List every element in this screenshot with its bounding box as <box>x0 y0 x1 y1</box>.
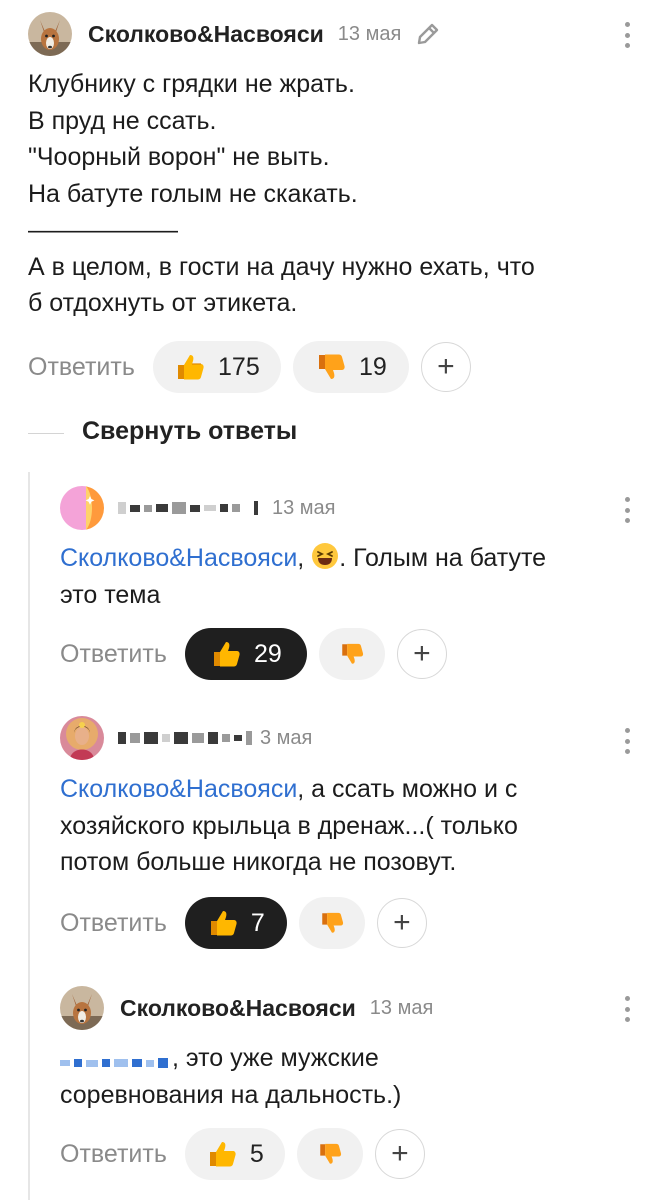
comment-line: хозяйского крыльца в дренаж...( только <box>60 811 518 840</box>
like-button[interactable]: 175 <box>152 341 281 393</box>
author-name-hidden[interactable] <box>118 498 258 518</box>
comment-line: Сколково&Насвояси, а ссать можно и с <box>60 771 518 808</box>
comment-actions: Ответить 7 + <box>60 897 427 949</box>
comment-line: В пруд не ссать. <box>28 106 217 135</box>
thumbs-down-icon <box>320 1143 341 1164</box>
comment-actions: Ответить 29 + <box>60 628 447 680</box>
thumbs-up-icon <box>209 1142 236 1167</box>
comment-header: 13 мая <box>60 486 336 530</box>
comment-line: А в целом, в гости на дачу нужно ехать, … <box>28 252 535 281</box>
avatar[interactable] <box>60 986 104 1030</box>
reply-button[interactable]: Ответить <box>60 640 167 669</box>
dislike-count: 19 <box>358 352 387 381</box>
like-count: 7 <box>250 908 265 937</box>
comment-text: Сколково&Насвояси, а ссать можно и с хоз… <box>60 771 518 881</box>
reply-button[interactable]: Ответить <box>60 909 167 938</box>
comment-line: , это уже мужские <box>60 1040 401 1077</box>
author-name[interactable]: Сколково&Насвояси <box>120 995 356 1022</box>
comment-line: это тема <box>60 580 161 609</box>
comment-date: 3 мая <box>260 726 313 749</box>
thumbs-up-icon <box>178 355 204 380</box>
comment-header: 3 мая <box>60 716 312 760</box>
dislike-button[interactable] <box>318 628 385 680</box>
comment-fragment: , это уже мужские <box>172 1044 379 1072</box>
comment-line: соревнования на дальность.) <box>60 1080 402 1109</box>
laughing-face-icon <box>312 543 339 569</box>
add-reaction-button[interactable]: + <box>376 898 427 948</box>
comment-date: 13 мая <box>272 496 336 519</box>
thumbs-down-icon <box>318 354 345 379</box>
comment-line: Сколково&Насвояси, . Голым на батуте <box>60 543 547 572</box>
dislike-button[interactable] <box>296 1128 363 1180</box>
comment-line: б отдохнуть от этикета. <box>28 289 298 317</box>
comment-text: Клубнику с грядки не жрать. В пруд не сс… <box>28 66 535 322</box>
comment-line: На батуте голым не скакать. <box>28 179 358 208</box>
comment-header: Сколково&Насвояси 13 мая <box>60 986 433 1030</box>
avatar[interactable] <box>60 716 104 760</box>
comment-fragment: . Голым на батуте <box>339 544 547 572</box>
pencil-icon[interactable] <box>415 21 441 47</box>
like-count: 175 <box>218 352 260 381</box>
mention-link[interactable]: Сколково&Насвояси <box>60 775 297 803</box>
comment-line: потом больше никогда не позовут. <box>60 848 457 876</box>
add-reaction-button[interactable]: + <box>396 629 447 679</box>
comment-line: "Чоорный ворон" не выть. <box>28 143 330 171</box>
add-reaction-button[interactable]: + <box>374 1129 425 1179</box>
comment-actions: Ответить 175 19 + <box>28 341 471 393</box>
dislike-button[interactable]: 19 <box>292 341 409 393</box>
comment-actions: Ответить 5 + <box>60 1128 425 1180</box>
dislike-button[interactable] <box>298 897 365 949</box>
like-count: 29 <box>253 639 282 668</box>
thread-line <box>28 472 30 1200</box>
thumbs-down-icon <box>342 643 363 664</box>
comment-line: —————— <box>28 216 178 244</box>
avatar[interactable] <box>28 12 72 56</box>
comment-text: , это уже мужские соревнования на дально… <box>60 1040 401 1113</box>
divider <box>28 433 64 434</box>
dog-avatar-icon <box>60 986 104 1030</box>
thumbs-up-icon <box>213 642 240 667</box>
reply-button[interactable]: Ответить <box>60 1140 167 1169</box>
like-button[interactable]: 7 <box>184 897 287 949</box>
comment-text: Сколково&Насвояси, . Голым на батуте это… <box>60 540 546 613</box>
generated-avatar-icon <box>60 486 104 530</box>
comment-date: 13 мая <box>369 996 434 1019</box>
comment-date: 13 мая <box>337 22 402 45</box>
mention-hidden[interactable] <box>60 1053 168 1073</box>
thumbs-up-icon <box>210 911 237 936</box>
mention-link[interactable]: Сколково&Насвояси <box>60 544 297 572</box>
comment-fragment: , а ссать можно и с <box>297 775 518 803</box>
more-vertical-icon[interactable] <box>622 728 632 754</box>
author-name-hidden[interactable] <box>118 728 252 748</box>
thumbs-down-icon <box>322 912 343 933</box>
like-button[interactable]: 29 <box>184 628 307 680</box>
comment-line: Клубнику с грядки не жрать. <box>28 70 355 98</box>
like-button[interactable]: 5 <box>184 1128 285 1180</box>
portrait-avatar-icon <box>60 716 104 760</box>
dog-avatar-icon <box>28 12 72 56</box>
author-name[interactable]: Сколково&Насвояси <box>88 21 324 48</box>
more-vertical-icon[interactable] <box>622 996 632 1022</box>
more-vertical-icon[interactable] <box>622 497 632 523</box>
reply-button[interactable]: Ответить <box>28 353 135 382</box>
comment-header: Сколково&Насвояси 13 мая <box>28 12 441 56</box>
more-vertical-icon[interactable] <box>622 22 632 48</box>
add-reaction-button[interactable]: + <box>420 342 471 392</box>
like-count: 5 <box>249 1139 264 1168</box>
avatar[interactable] <box>60 486 104 530</box>
collapse-replies-button[interactable]: Свернуть ответы <box>82 417 297 446</box>
